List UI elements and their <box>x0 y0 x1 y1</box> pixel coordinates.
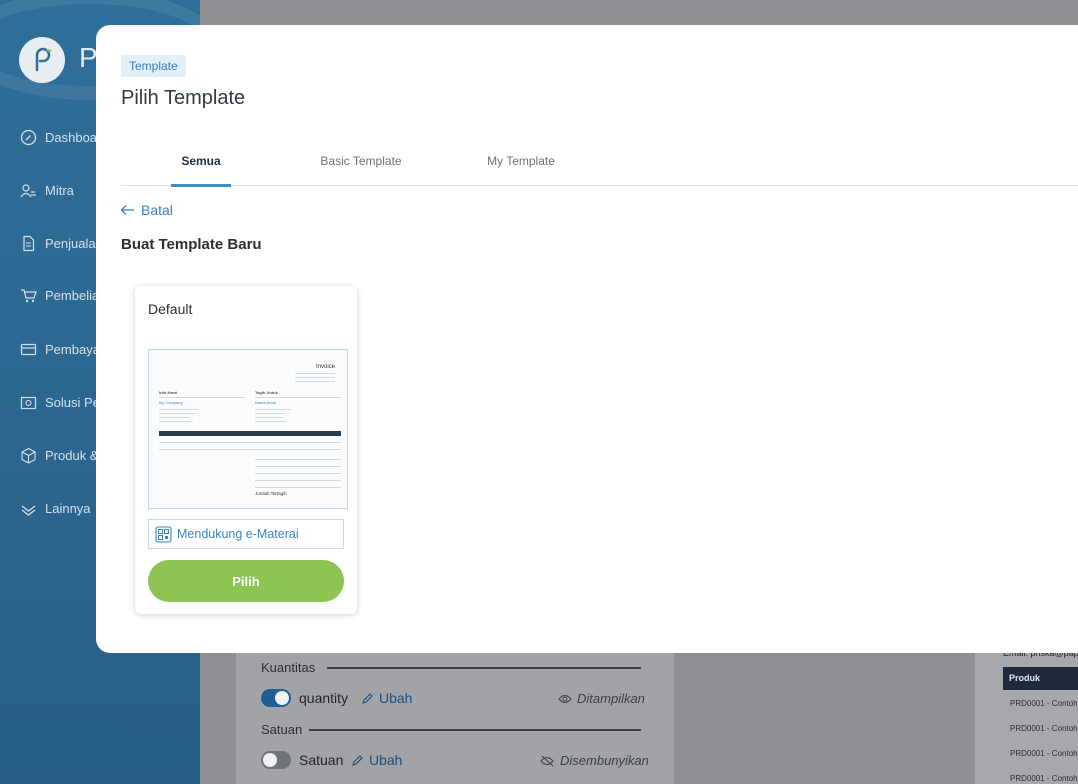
edit-label: Ubah <box>369 752 403 768</box>
edit-satuan-button[interactable]: Ubah <box>351 752 402 768</box>
toggle-satuan[interactable] <box>261 751 291 769</box>
app-name: P <box>79 42 98 73</box>
logo-icon <box>35 47 52 72</box>
sidebar-item-label: Mitra <box>45 183 74 198</box>
cart-icon <box>21 289 37 303</box>
thumb-from-label: Info Kami <box>159 390 178 395</box>
eye-icon <box>558 694 572 703</box>
e-materai-support-badge: Mendukung e-Materai <box>148 519 344 549</box>
thumb-from-name: My Company <box>159 400 183 405</box>
sidebar-item-label: Lainnya <box>45 501 91 516</box>
app-logo[interactable] <box>19 37 65 83</box>
thumb-title: Invoice <box>315 364 335 370</box>
toggle-quantity[interactable] <box>261 689 291 707</box>
preview-table-row: PRD0001 - Contoh <box>1010 774 1078 783</box>
support-label: Mendukung e-Materai <box>177 527 299 541</box>
preview-table-row: PRD0001 - Contoh <box>1010 699 1078 708</box>
document-icon <box>23 235 35 252</box>
preview-table-row: PRD0001 - Contoh <box>1010 724 1078 733</box>
template-badge: Template <box>121 55 186 77</box>
visibility-label: Disembunyikan <box>560 753 649 768</box>
tab-my-template[interactable]: My Template <box>471 143 571 186</box>
cancel-back-link[interactable]: Batal <box>120 202 173 218</box>
invoice-preview-panel <box>975 640 1078 784</box>
back-label: Batal <box>141 202 173 218</box>
thumb-to-label: Tagih Untuk <box>255 390 278 395</box>
visibility-label: Ditampilkan <box>577 691 645 706</box>
select-template-button[interactable]: Pilih <box>148 560 344 602</box>
invoice-thumbnail: Invoice Info Kami Tagih Untuk My Company… <box>155 356 343 508</box>
divider <box>309 729 641 731</box>
field-name-quantity: quantity <box>299 690 349 706</box>
template-tabs: Semua Basic Template My Template <box>121 143 1078 187</box>
section-label-kuantitas: Kuantitas <box>261 660 316 675</box>
box-icon <box>21 447 36 464</box>
thumb-total-label: Jumlah Tertagih <box>255 491 287 496</box>
eye-off-icon <box>540 755 554 766</box>
template-preview[interactable]: Invoice Info Kami Tagih Untuk My Company… <box>148 349 348 509</box>
template-name: Default <box>148 301 193 317</box>
sidebar-item-label: Produk & <box>45 448 99 463</box>
edit-label: Ubah <box>379 690 413 706</box>
template-card-default: Default Invoice Info Kami Tagih Untuk My… <box>135 286 357 614</box>
pencil-icon <box>362 692 373 704</box>
field-name-satuan: Satuan <box>299 752 344 768</box>
sidebar-item-label: Solusi Pe <box>45 395 100 410</box>
layers-icon <box>21 505 36 516</box>
divider <box>327 667 641 669</box>
users-icon <box>20 184 36 198</box>
dashboard-icon <box>20 129 37 146</box>
preview-table-header: Produk <box>1003 667 1078 690</box>
tab-basic-template[interactable]: Basic Template <box>311 143 411 186</box>
card-icon <box>20 343 37 356</box>
edit-quantity-button[interactable]: Ubah <box>361 690 412 706</box>
pencil-icon <box>352 754 363 766</box>
sidebar-item-label: Penjualan <box>45 236 103 251</box>
qr-code-icon <box>155 525 172 543</box>
choose-template-modal: Template Pilih Template Semua Basic Temp… <box>96 25 1078 653</box>
modal-title: Pilih Template <box>121 87 246 109</box>
visibility-status-satuan[interactable]: Disembunyikan <box>540 753 649 768</box>
thumb-to-name: Nama Anda <box>255 400 276 405</box>
section-title: Buat Template Baru <box>121 236 262 253</box>
section-label-satuan: Satuan <box>261 722 303 737</box>
visibility-status-quantity[interactable]: Ditampilkan <box>558 691 645 706</box>
solution-icon <box>20 396 37 410</box>
preview-table-row: PRD0001 - Contoh <box>1010 749 1078 758</box>
tab-semua[interactable]: Semua <box>171 143 231 187</box>
arrow-left-icon <box>120 205 134 215</box>
